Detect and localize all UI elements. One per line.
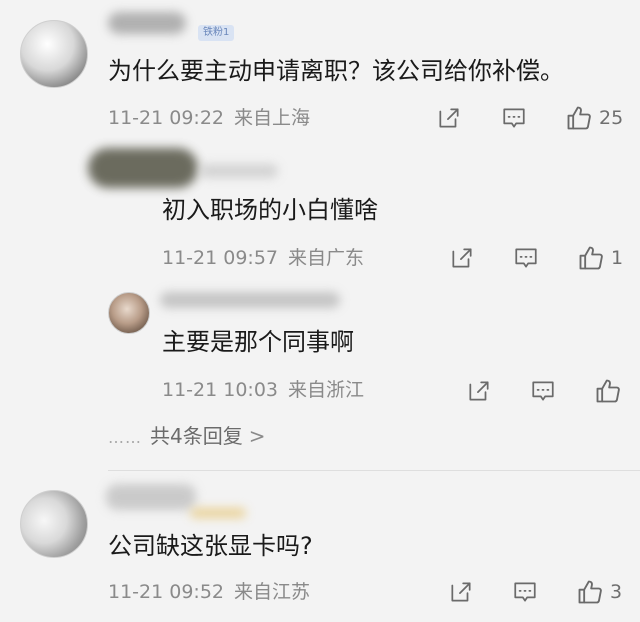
comment-icon[interactable] [511,578,539,606]
avatar[interactable] [108,292,150,334]
username-blurred[interactable] [200,164,278,178]
share-icon[interactable] [465,377,493,405]
timestamp: 11-21 09:57 [162,247,279,269]
like-count: 3 [610,581,623,603]
comment-meta: 11-21 09:22 来自上海 [108,106,310,130]
like-button[interactable] [594,377,628,405]
username-blurred[interactable] [108,12,186,34]
comment-text: 初入职场的小白懂啥 [162,196,378,224]
comment-icon[interactable] [529,377,557,405]
username-blurred[interactable] [106,484,196,510]
avatar[interactable] [20,490,88,558]
comment-3: 主要是那个同事啊 11-21 10:03 来自浙江 [0,280,640,420]
comment-2: 初入职场的小白懂啥 11-21 09:57 来自广东 1 [0,130,640,280]
timestamp: 11-21 09:22 [108,107,225,129]
like-button[interactable]: 3 [576,578,622,606]
share-icon[interactable] [447,578,475,606]
location: 来自浙江 [288,379,365,401]
like-button[interactable]: 1 [577,244,623,272]
location: 来自江苏 [234,581,311,603]
thumbs-up-icon [578,580,602,604]
comment-text: 主要是那个同事啊 [162,328,354,356]
comment-icon[interactable] [512,244,540,272]
comment-1: 铁粉1 为什么要主动申请离职？该公司给你补偿。 11-21 09:22 来自上海 … [0,0,640,140]
comment-text: 为什么要主动申请离职？该公司给你补偿。 [108,57,564,85]
share-icon[interactable] [435,104,463,132]
timestamp: 11-21 09:52 [108,581,225,603]
replies-dots: …… [108,428,142,447]
thumbs-up-icon [596,379,620,403]
like-count: 25 [599,107,624,129]
chevron-right-icon: > [248,424,266,448]
divider [108,470,640,471]
replies-label: 共4条回复 [150,424,243,448]
comment-text: 公司缺这张显卡吗? [108,532,313,560]
comment-meta: 11-21 09:57 来自广东 [162,246,364,270]
view-replies-link[interactable]: …… 共4条回复 > [108,420,266,449]
username-blurred[interactable] [160,292,340,308]
avatar-and-username-blurred[interactable] [88,148,198,188]
comment-meta: 11-21 10:03 来自浙江 [162,378,364,402]
avatar[interactable] [20,20,88,88]
like-count: 1 [611,247,624,269]
like-button[interactable]: 25 [565,104,623,132]
fan-badge: 铁粉1 [198,25,235,41]
comment-4: 公司缺这张显卡吗? 11-21 09:52 来自江苏 3 [0,476,640,622]
location: 来自广东 [288,247,365,269]
comment-thread: 铁粉1 为什么要主动申请离职？该公司给你补偿。 11-21 09:22 来自上海 … [0,0,640,622]
thumbs-up-icon [579,246,603,270]
share-icon[interactable] [448,244,476,272]
timestamp: 11-21 10:03 [162,379,279,401]
comment-meta: 11-21 09:52 来自江苏 [108,580,310,604]
location: 来自上海 [234,107,311,129]
badge-blurred [190,508,246,518]
comment-icon[interactable] [500,104,528,132]
thumbs-up-icon [567,106,591,130]
